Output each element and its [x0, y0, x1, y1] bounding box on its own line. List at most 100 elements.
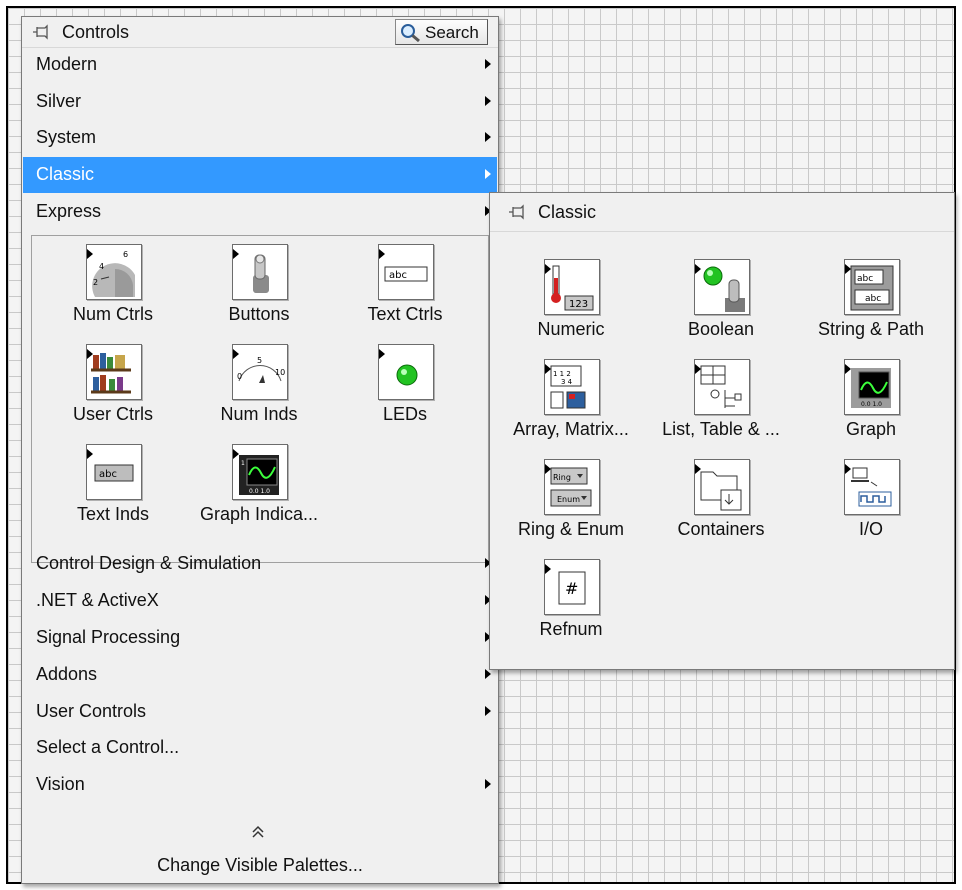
menu-item-signal-processing[interactable]: Signal Processing: [23, 620, 497, 656]
numeric-icon: 123: [544, 259, 600, 315]
string-path-icon: abc abc: [844, 259, 900, 315]
ring-enum-icon: Ring Enum: [544, 459, 600, 515]
palette-title: Controls: [62, 22, 130, 42]
menu-item-label: Vision: [36, 774, 85, 794]
tile-numeric[interactable]: 123 Numeric: [496, 259, 646, 363]
svg-text:abc: abc: [389, 270, 407, 281]
pin-icon[interactable]: [508, 203, 526, 221]
classic-palette-title-bar[interactable]: Classic: [490, 193, 954, 232]
tile-boolean[interactable]: Boolean: [646, 259, 796, 363]
menu-item-label: Select a Control...: [36, 737, 180, 757]
text-ctrls-icon: abc: [378, 244, 434, 300]
menu-item-label: System: [36, 127, 97, 147]
menu-item-label: Express: [36, 201, 102, 221]
tile-containers[interactable]: Containers: [646, 459, 796, 563]
search-button[interactable]: Search: [395, 19, 488, 45]
tile-num-inds[interactable]: 0 5 10 Num Inds: [184, 344, 334, 448]
tile-array-matrix[interactable]: 1 1 2 3 4 Array, Matrix...: [496, 359, 646, 463]
svg-text:#: #: [565, 579, 578, 598]
double-chevron-up-icon[interactable]: [251, 825, 265, 839]
tile-list-table[interactable]: List, Table & ...: [646, 359, 796, 463]
menu-item-label: Classic: [36, 164, 95, 184]
tile-num-ctrls[interactable]: 4 2 6 Num Ctrls: [38, 244, 188, 348]
svg-text:1: 1: [241, 460, 245, 467]
tile-buttons[interactable]: Buttons: [184, 244, 334, 348]
menu-item-label: Silver: [36, 91, 82, 111]
menu-item-user-controls[interactable]: User Controls: [23, 694, 497, 730]
tile-refnum[interactable]: # Refnum: [496, 559, 646, 663]
svg-text:2: 2: [93, 278, 98, 287]
text-inds-icon: abc: [86, 444, 142, 500]
menu-item-label: .NET & ActiveX: [36, 590, 159, 610]
menu-item-addons[interactable]: Addons: [23, 657, 497, 693]
menu-item-vision[interactable]: Vision: [23, 767, 497, 803]
svg-text:Enum: Enum: [557, 495, 580, 504]
tile-label: Ring & Enum: [517, 519, 625, 539]
express-subpalette: 4 2 6 Num Ctrls Buttons abc Text Ctrls U…: [31, 235, 489, 563]
tile-label: Graph Indica...: [199, 504, 319, 524]
change-visible-palettes-button[interactable]: Change Visible Palettes...: [22, 855, 498, 876]
menu-item-label: Modern: [36, 54, 98, 74]
menu-item-system[interactable]: System: [23, 120, 497, 156]
menu-item-label: Control Design & Simulation: [36, 553, 262, 573]
tile-leds[interactable]: LEDs: [330, 344, 480, 448]
search-label: Search: [425, 23, 479, 42]
menu-item-silver[interactable]: Silver: [23, 84, 497, 120]
submenu-arrow-icon: [485, 59, 491, 69]
palette-title: Classic: [538, 202, 597, 222]
array-matrix-icon: 1 1 2 3 4: [544, 359, 600, 415]
io-icon: [844, 459, 900, 515]
leds-icon: [378, 344, 434, 400]
tile-label: Array, Matrix...: [513, 419, 629, 439]
tile-ring-enum[interactable]: Ring Enum Ring & Enum: [496, 459, 646, 563]
menu-item-select-a-control[interactable]: Select a Control...: [23, 730, 497, 766]
menu-item-label: Addons: [36, 664, 98, 684]
tile-io[interactable]: I/O: [796, 459, 946, 563]
svg-text:Ring: Ring: [553, 473, 571, 482]
svg-text:3 4: 3 4: [561, 378, 573, 386]
menu-item-net-activex[interactable]: .NET & ActiveX: [23, 583, 497, 619]
boolean-icon: [694, 259, 750, 315]
tile-label: Text Inds: [76, 504, 150, 524]
tile-string-path[interactable]: abc abc String & Path: [796, 259, 946, 363]
menu-item-modern[interactable]: Modern: [23, 47, 497, 83]
pin-icon[interactable]: [32, 23, 50, 41]
controls-palette[interactable]: Controls Search Modern Silver System Cla…: [21, 16, 499, 884]
tile-label: Num Ctrls: [73, 304, 153, 324]
submenu-arrow-icon: [485, 669, 491, 679]
tile-text-inds[interactable]: abc Text Inds: [38, 444, 188, 548]
graph-indicators-icon: 1 0.0 1.0: [232, 444, 288, 500]
tile-label: Buttons: [228, 304, 290, 324]
menu-item-classic[interactable]: Classic: [23, 157, 497, 193]
magnifier-icon: [401, 24, 420, 43]
tile-label: User Ctrls: [73, 404, 153, 424]
tile-label: Containers: [677, 519, 765, 539]
menu-item-label: Signal Processing: [36, 627, 181, 647]
classic-palette[interactable]: Classic 123 Numeric Boolean abc abc Stri…: [489, 192, 955, 670]
num-inds-icon: 0 5 10: [232, 344, 288, 400]
tile-graph-indicators[interactable]: 1 0.0 1.0 Graph Indica...: [184, 444, 334, 548]
buttons-icon: [232, 244, 288, 300]
svg-text:1 1 2: 1 1 2: [553, 370, 571, 378]
tile-label: Numeric: [537, 319, 605, 339]
containers-icon: [694, 459, 750, 515]
graph-icon: 0.0 1.0: [844, 359, 900, 415]
menu-item-control-design-simulation[interactable]: Control Design & Simulation: [23, 546, 497, 582]
controls-palette-title-bar[interactable]: Controls Search: [22, 17, 498, 48]
submenu-arrow-icon: [485, 169, 491, 179]
svg-text:123: 123: [569, 299, 588, 310]
svg-text:0: 0: [237, 372, 242, 381]
refnum-icon: #: [544, 559, 600, 615]
svg-text:abc: abc: [99, 469, 117, 480]
svg-text:0.0 1.0: 0.0 1.0: [861, 401, 882, 408]
tile-label: String & Path: [817, 319, 925, 339]
svg-text:10: 10: [275, 368, 285, 377]
tile-label: Num Inds: [220, 404, 298, 424]
tile-text-ctrls[interactable]: abc Text Ctrls: [330, 244, 480, 348]
tile-label: I/O: [858, 519, 883, 539]
tile-label: Graph: [845, 419, 897, 439]
menu-item-express[interactable]: Express: [23, 194, 497, 230]
tile-user-ctrls[interactable]: User Ctrls: [38, 344, 188, 448]
submenu-arrow-icon: [485, 96, 491, 106]
tile-graph[interactable]: 0.0 1.0 Graph: [796, 359, 946, 463]
